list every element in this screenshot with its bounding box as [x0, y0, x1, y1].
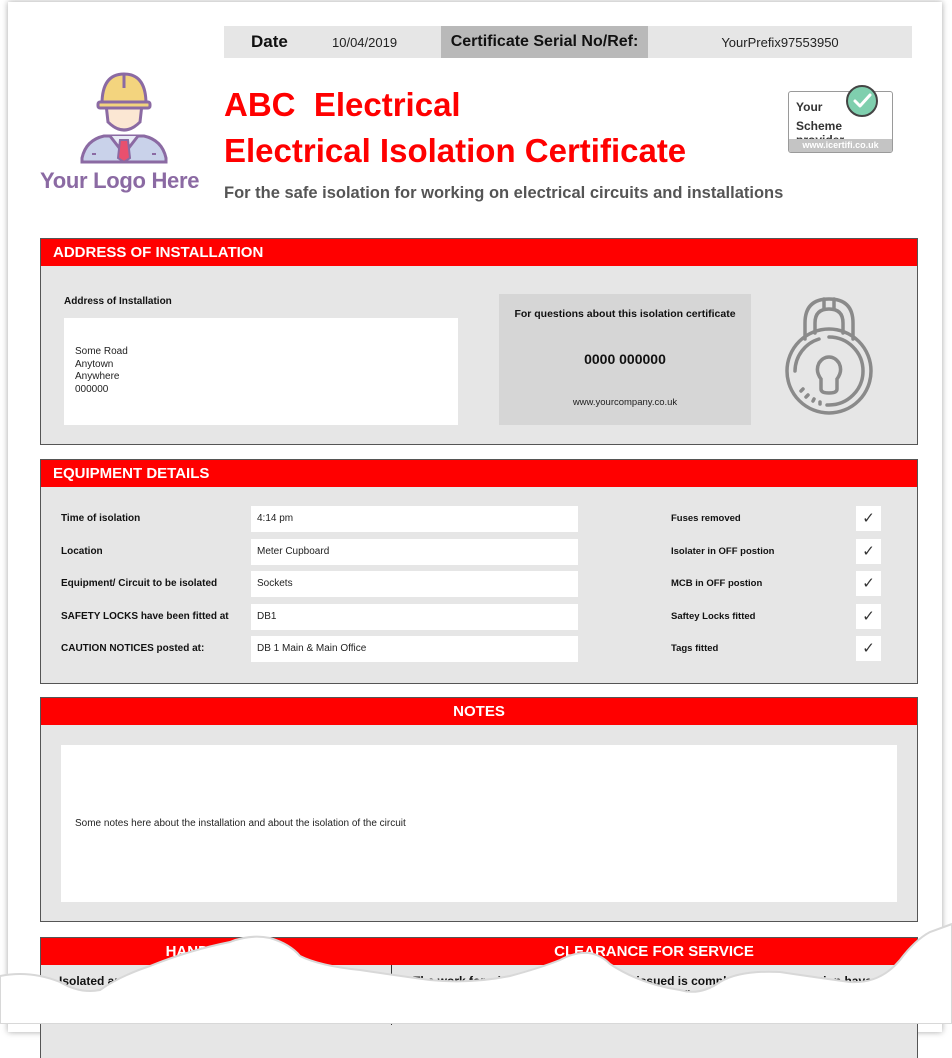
safety-locks-field[interactable]: DB1: [251, 604, 578, 630]
check-circle-icon: [846, 85, 878, 117]
safety-locks-fitted-checkbox[interactable]: ✓: [856, 604, 881, 629]
equipment-row: CAUTION NOTICES posted at: DB 1 Main & M…: [41, 636, 917, 662]
notes-section-header: NOTES: [41, 698, 917, 725]
address-line: Some Road: [75, 346, 128, 357]
company-name: ABC Electrical: [224, 86, 461, 123]
check-label: MCB in OFF postion: [671, 578, 763, 589]
serial-value: YourPrefix97553950: [721, 34, 839, 50]
tags-fitted-checkbox[interactable]: ✓: [856, 636, 881, 661]
field-label: CAUTION NOTICES posted at:: [61, 643, 205, 654]
equipment-circuit-field[interactable]: Sockets: [251, 571, 578, 597]
location-field[interactable]: Meter Cupboard: [251, 539, 578, 565]
equipment-section: EQUIPMENT DETAILS Time of isolation 4:14…: [40, 459, 918, 684]
contact-question: For questions about this isolation certi…: [514, 308, 736, 320]
notes-field[interactable]: Some notes here about the installation a…: [61, 745, 897, 902]
torn-edge: [0, 922, 952, 1024]
badge-line1: Your: [796, 100, 823, 114]
equipment-row: Location Meter Cupboard Isolater in OFF …: [41, 539, 917, 565]
address-section-header: ADDRESS OF INSTALLATION: [41, 239, 917, 266]
contact-website: www.yourcompany.co.uk: [572, 397, 678, 408]
field-label: SAFETY LOCKS have been fitted at: [61, 611, 229, 622]
field-label: Time of isolation: [61, 513, 141, 524]
notes-text: Some notes here about the installation a…: [75, 818, 406, 829]
address-section: ADDRESS OF INSTALLATION Address of Insta…: [40, 238, 918, 445]
badge-url: www.icertifi.co.uk: [789, 139, 892, 152]
field-label: Location: [61, 546, 103, 557]
check-label: Fuses removed: [671, 513, 741, 524]
contact-phone: 0000 000000: [584, 351, 666, 367]
equipment-section-header: EQUIPMENT DETAILS: [41, 460, 917, 487]
date-value: 10/04/2019: [332, 34, 398, 50]
address-line: Anywhere: [75, 371, 120, 382]
certificate-title: Electrical Isolation Certificate: [224, 132, 687, 169]
fuses-removed-checkbox[interactable]: ✓: [856, 506, 881, 531]
field-value: DB 1 Main & Main Office: [257, 643, 367, 654]
field-value: DB1: [257, 611, 277, 622]
field-value: Meter Cupboard: [257, 546, 330, 557]
contact-box: For questions about this isolation certi…: [499, 294, 751, 425]
field-value: 4:14 pm: [257, 513, 294, 524]
padlock-icon: [785, 297, 873, 415]
caution-notices-field[interactable]: DB 1 Main & Main Office: [251, 636, 578, 662]
field-label: Equipment/ Circuit to be isolated: [61, 578, 218, 589]
certificate-subtitle: For the safe isolation for working on el…: [224, 184, 784, 202]
equipment-row: SAFETY LOCKS have been fitted at DB1 Saf…: [41, 604, 917, 630]
check-label: Isolater in OFF postion: [671, 546, 775, 557]
equipment-row: Time of isolation 4:14 pm Fuses removed …: [41, 506, 917, 532]
field-value: Sockets: [257, 578, 293, 589]
mcb-off-checkbox[interactable]: ✓: [856, 571, 881, 596]
address-field[interactable]: Some Road Anytown Anywhere 000000: [64, 318, 458, 425]
time-of-isolation-field[interactable]: 4:14 pm: [251, 506, 578, 532]
address-line: 000000: [75, 383, 109, 395]
check-label: Tags fitted: [671, 643, 719, 654]
serial-label: Certificate Serial No/Ref:: [441, 26, 648, 58]
isolater-off-checkbox[interactable]: ✓: [856, 539, 881, 564]
notes-section: NOTES Some notes here about the installa…: [40, 697, 918, 922]
check-label: Saftey Locks fitted: [671, 611, 756, 622]
date-label: Date: [251, 32, 288, 51]
equipment-row: Equipment/ Circuit to be isolated Socket…: [41, 571, 917, 597]
address-line: Anytown: [75, 358, 114, 370]
meta-bar: Date 10/04/2019 Certificate Serial No/Re…: [224, 26, 912, 58]
address-label: Address of Installation: [64, 296, 172, 307]
logo-text: Your Logo Here: [40, 168, 200, 193]
